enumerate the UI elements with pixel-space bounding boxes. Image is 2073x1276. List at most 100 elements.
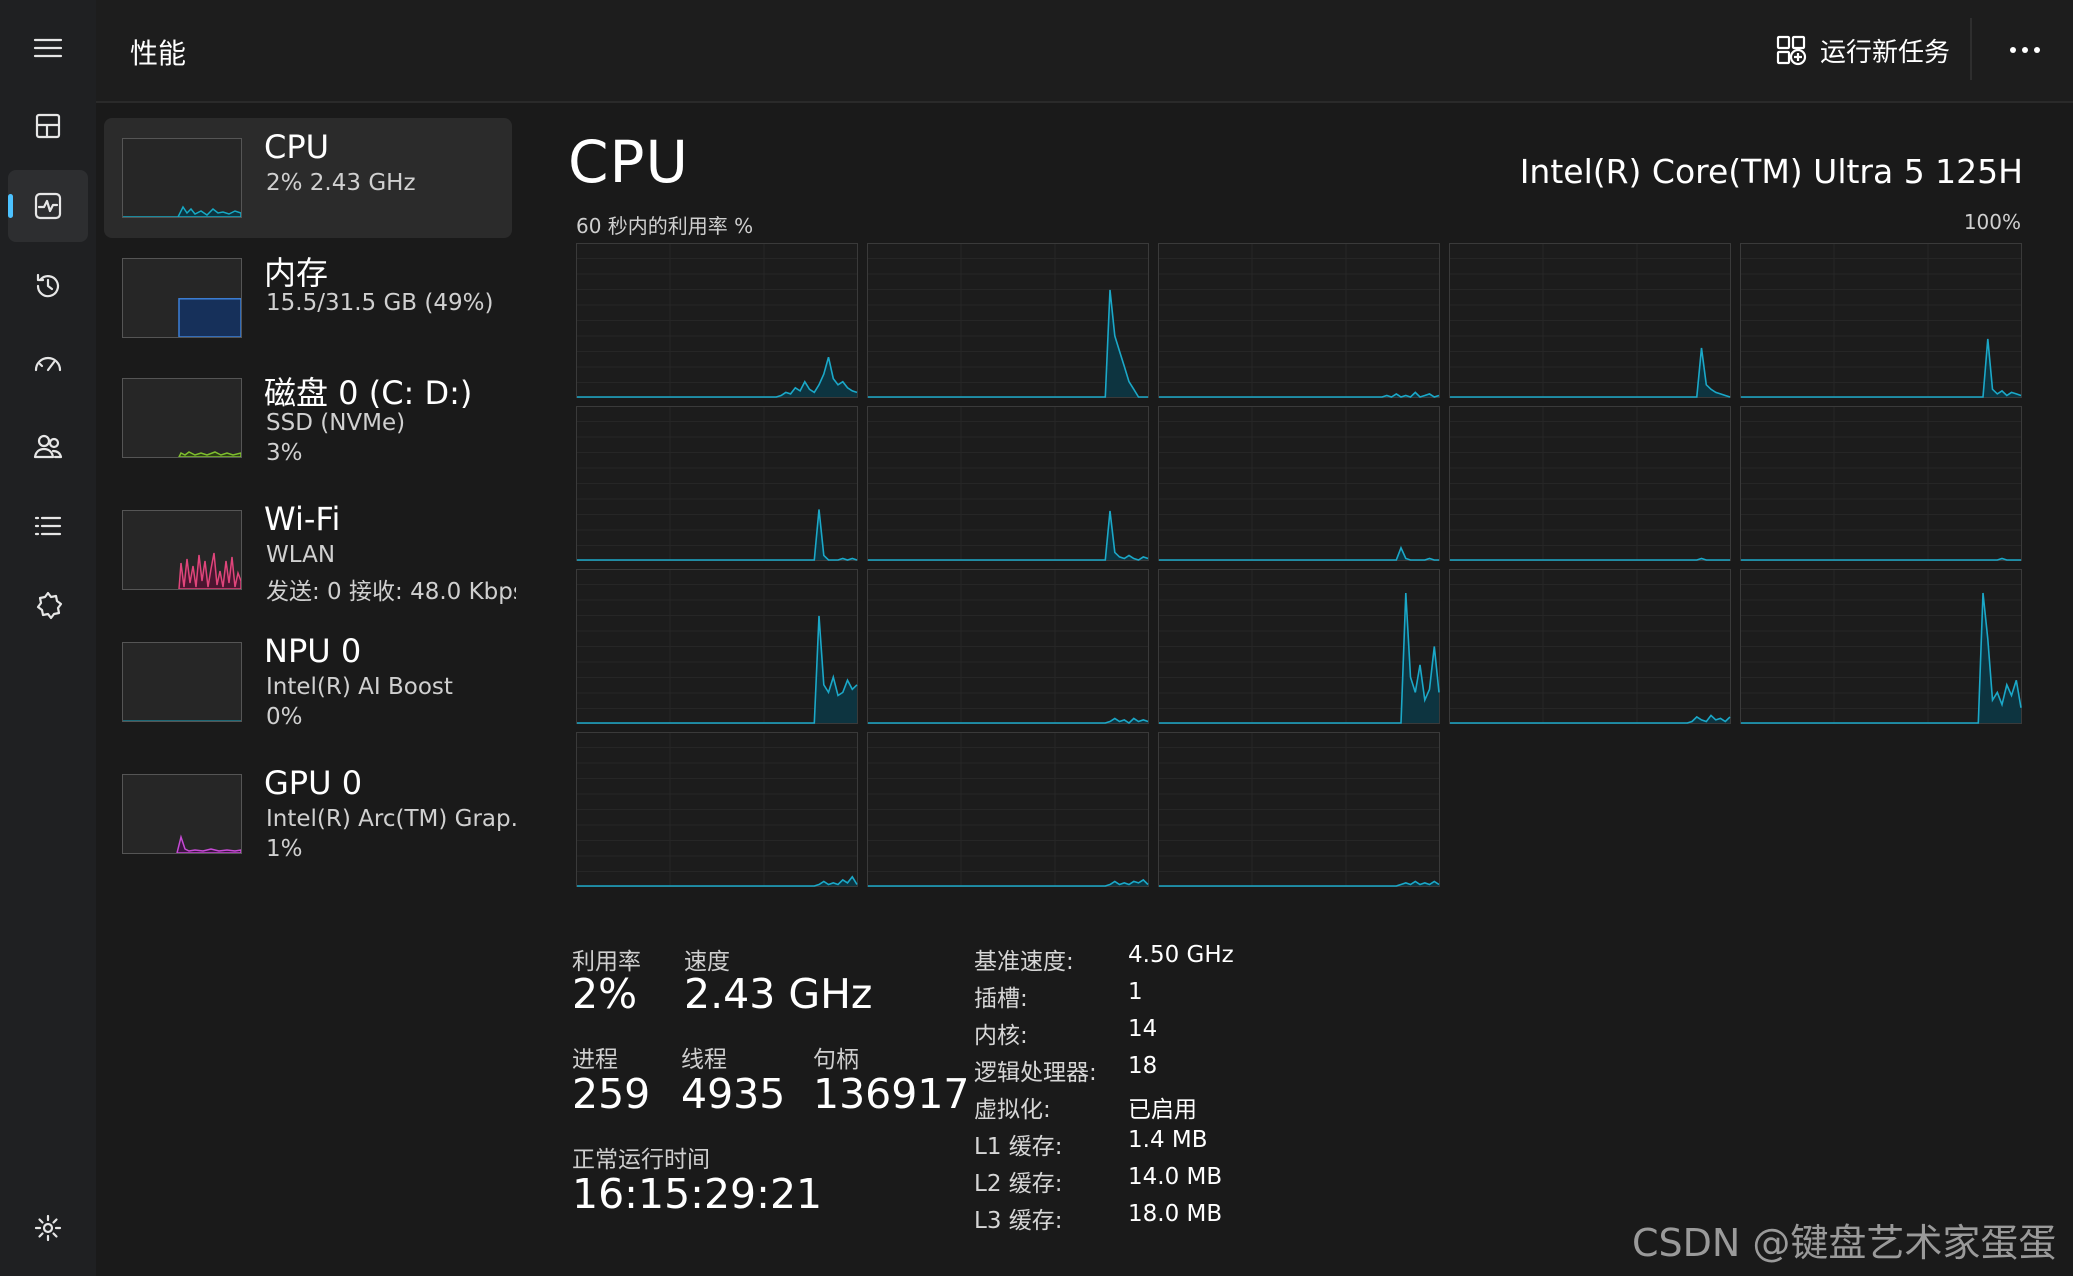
more-options-button[interactable]	[2000, 30, 2050, 70]
details-icon	[34, 516, 62, 536]
spec-value: 已启用	[1128, 1097, 1197, 1123]
header-bar: 性能 运行新任务	[96, 0, 2073, 103]
startup-apps-icon	[34, 356, 62, 372]
spec-key: 逻辑处理器:	[974, 1060, 1097, 1086]
resource-detail: WLAN	[266, 542, 336, 568]
cpu-core-graphs	[576, 243, 2023, 888]
processes-icon	[35, 113, 61, 139]
resource-detail: Intel(R) AI Boost	[266, 674, 453, 700]
nav-users[interactable]	[8, 410, 88, 482]
resource-gpu[interactable]: GPU 0 Intel(R) Arc(TM) Grap.. 1%	[104, 754, 516, 874]
run-task-icon	[1776, 35, 1807, 66]
watermark: CSDN @键盘艺术家蛋蛋	[1632, 1221, 2057, 1265]
threads-value: 4935	[681, 1070, 786, 1118]
resource-detail: 1%	[266, 836, 303, 862]
nav-rail	[0, 0, 96, 1276]
core-graph	[576, 406, 858, 561]
core-graph	[1449, 406, 1731, 561]
utilization-value: 2%	[572, 970, 638, 1018]
spec-value: 18.0 MB	[1128, 1201, 1223, 1227]
more-dot-icon	[2034, 47, 2040, 53]
core-graph	[867, 243, 1149, 398]
npu-thumbnail-graph	[122, 642, 242, 722]
nav-performance[interactable]	[8, 170, 88, 242]
resource-cpu[interactable]: CPU 2% 2.43 GHz	[104, 118, 512, 238]
spec-key: 内核:	[974, 1023, 1028, 1049]
core-graph	[576, 243, 858, 398]
spec-key: L2 缓存:	[974, 1171, 1063, 1197]
core-graph	[867, 406, 1149, 561]
handles-label: 句柄	[813, 1047, 859, 1073]
spec-key: 虚拟化:	[974, 1097, 1051, 1123]
spec-key: 插槽:	[974, 986, 1028, 1012]
resource-detail: 发送: 0 接收: 48.0 Kbps	[266, 579, 516, 605]
resource-detail: SSD (NVMe)	[266, 410, 406, 436]
header-divider	[1970, 18, 1972, 80]
spec-key: L3 缓存:	[974, 1208, 1063, 1234]
cpu-thumbnail-line	[123, 205, 241, 217]
cpu-model: Intel(R) Core(TM) Ultra 5 125H	[1519, 152, 2023, 191]
nav-services[interactable]	[8, 570, 88, 642]
core-graph	[1158, 243, 1440, 398]
resource-name: GPU 0	[264, 764, 363, 802]
resource-name: CPU	[264, 128, 330, 166]
hamburger-icon	[33, 38, 63, 58]
users-icon	[33, 434, 63, 459]
processes-label: 进程	[572, 1047, 618, 1073]
cpu-core-graph-svg	[576, 243, 2022, 887]
resource-name: NPU 0	[264, 632, 362, 670]
resource-detail: 2% 2.43 GHz	[266, 170, 416, 196]
run-new-task-label: 运行新任务	[1820, 37, 1951, 68]
cpu-title: CPU	[568, 128, 689, 196]
cpu-thumbnail-graph	[122, 138, 242, 218]
resource-detail: Intel(R) Arc(TM) Grap..	[266, 806, 516, 832]
resource-npu[interactable]: NPU 0 Intel(R) AI Boost 0%	[104, 622, 512, 742]
resource-disk[interactable]: 磁盘 0 (C: D:) SSD (NVMe) 3%	[104, 358, 512, 478]
nav-processes[interactable]	[8, 90, 88, 162]
disk-thumbnail-line	[178, 451, 241, 457]
memory-fill-svg	[178, 298, 241, 337]
graph-max-label: 100%	[1963, 210, 2021, 234]
core-graph	[576, 569, 858, 724]
core-graph	[867, 569, 1149, 725]
core-graph	[867, 732, 1149, 887]
resource-detail: 3%	[266, 440, 303, 466]
core-graph	[1158, 732, 1440, 887]
nav-details[interactable]	[8, 490, 88, 562]
active-indicator	[8, 194, 13, 218]
more-dot-icon	[2010, 47, 2016, 53]
core-graph	[1740, 243, 2022, 398]
nav-app-history[interactable]	[8, 250, 88, 322]
core-graph	[576, 732, 858, 887]
spec-value: 1.4 MB	[1128, 1127, 1208, 1153]
disk-thumbnail-graph	[122, 378, 242, 458]
memory-thumbnail-graph	[122, 258, 242, 338]
threads-label: 线程	[681, 1047, 727, 1073]
resource-name: 磁盘 0 (C: D:)	[264, 374, 473, 412]
nav-startup-apps[interactable]	[8, 330, 88, 402]
handles-value: 136917	[813, 1070, 970, 1118]
core-graph	[1449, 243, 1731, 398]
processes-value: 259	[572, 1070, 651, 1118]
spec-value: 4.50 GHz	[1128, 942, 1234, 968]
core-graph	[1740, 569, 2022, 724]
spec-value: 14.0 MB	[1128, 1164, 1223, 1190]
settings-icon	[34, 1214, 62, 1242]
run-new-task-button[interactable]: 运行新任务	[1774, 28, 1950, 72]
uptime-value: 16:15:29:21	[572, 1170, 823, 1218]
wifi-thumbnail-graph	[122, 510, 242, 590]
gpu-thumbnail-graph	[122, 774, 242, 854]
resource-wifi[interactable]: Wi-Fi WLAN 发送: 0 接收: 48.0 Kbps	[104, 490, 516, 610]
resource-memory[interactable]: 内存 15.5/31.5 GB (49%)	[104, 238, 512, 358]
more-dot-icon	[2022, 47, 2028, 53]
performance-icon	[34, 192, 62, 220]
resource-detail: 15.5/31.5 GB (49%)	[266, 290, 494, 316]
wifi-thumbnail-line	[178, 552, 241, 589]
nav-settings[interactable]	[8, 1192, 88, 1264]
speed-value: 2.43 GHz	[684, 970, 873, 1018]
resource-detail: 0%	[266, 704, 303, 730]
core-graph	[1449, 569, 1731, 724]
page-title: 性能	[130, 37, 187, 70]
nav-toggle-button[interactable]	[8, 12, 88, 84]
spec-key: 基准速度:	[974, 949, 1074, 975]
